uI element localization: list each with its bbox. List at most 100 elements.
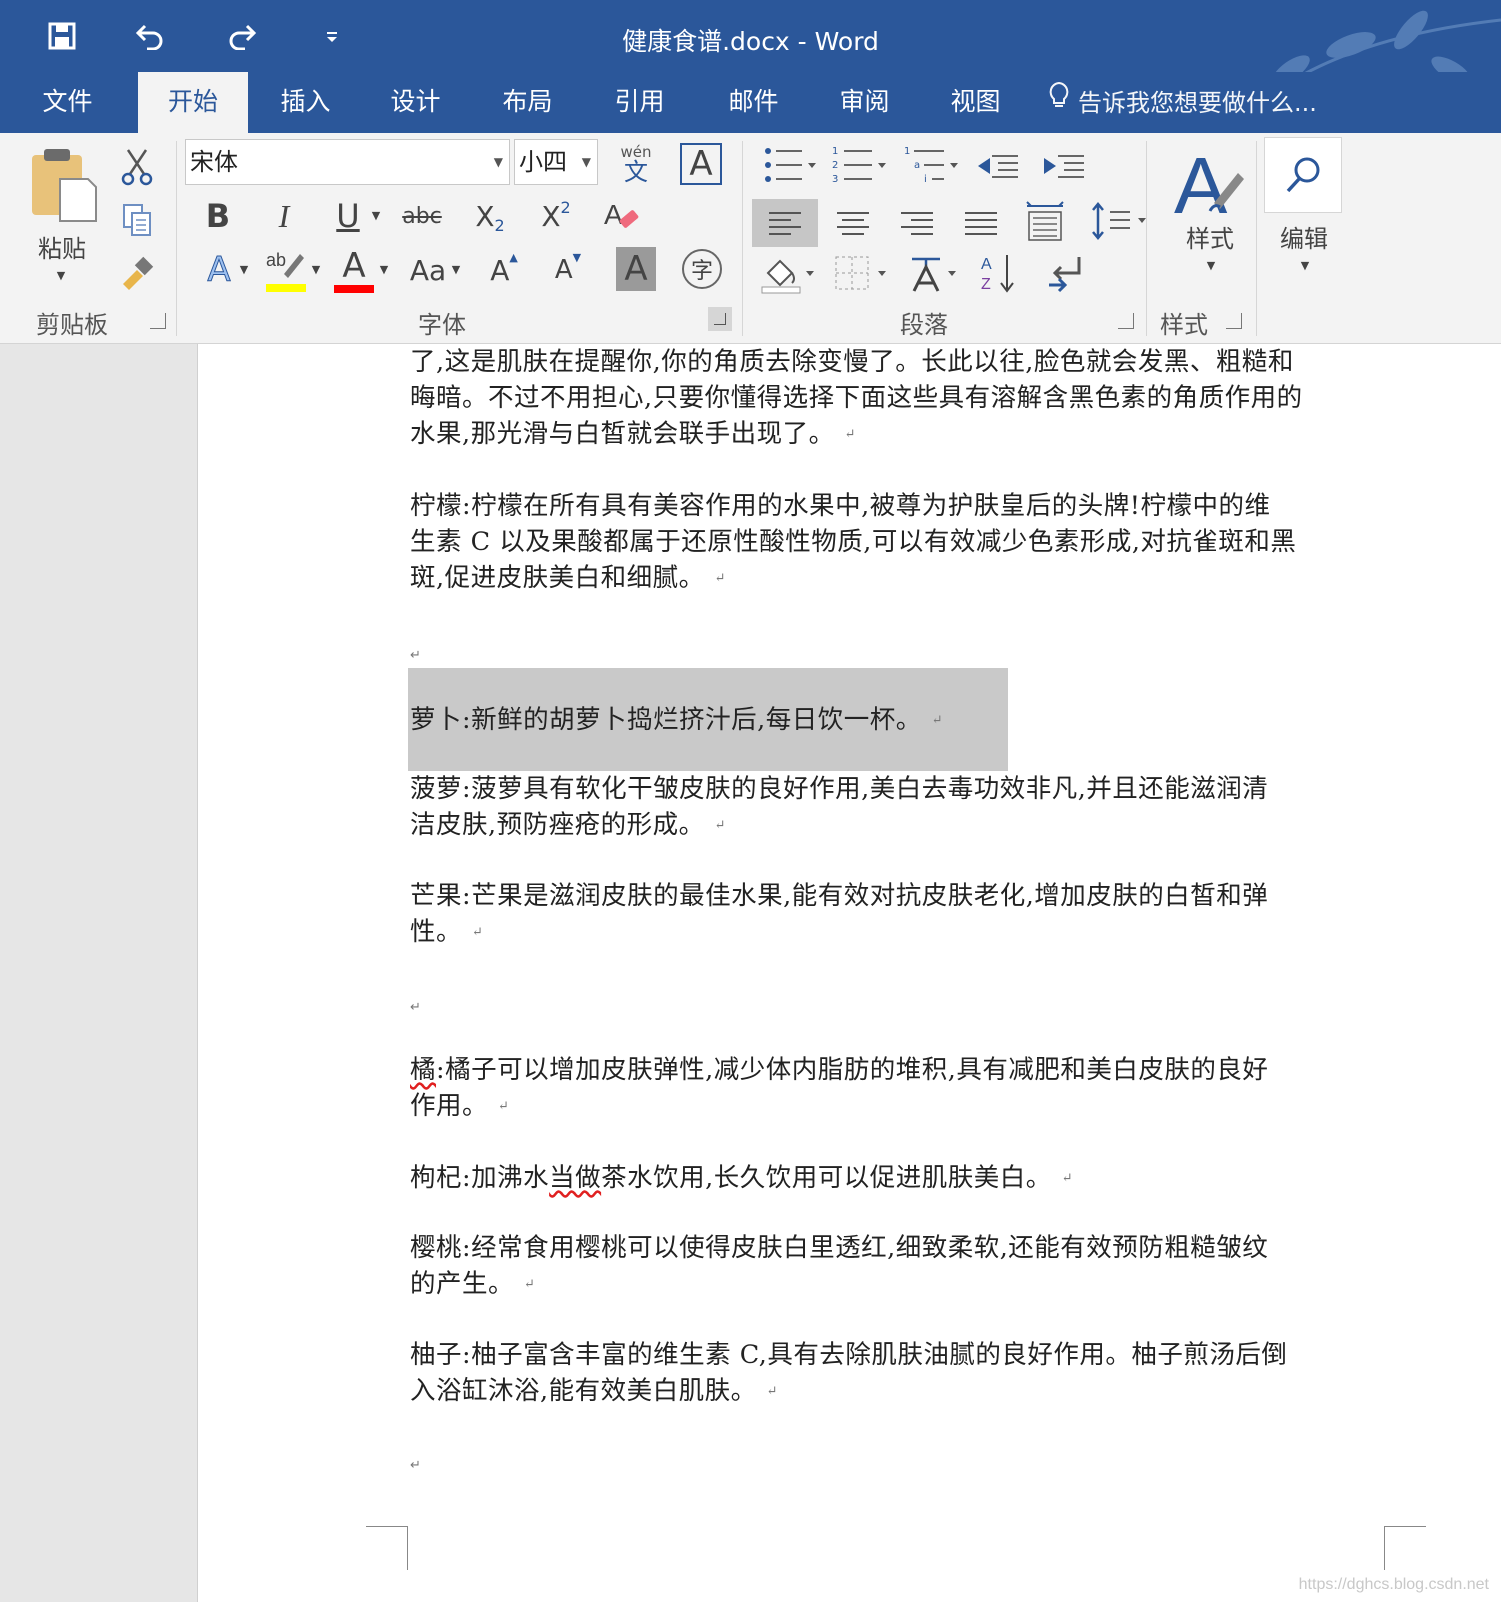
numbering-icon[interactable]: 1 2 3 (830, 145, 890, 185)
bullets-icon[interactable] (760, 145, 820, 185)
clipboard-launcher-icon[interactable] (150, 313, 166, 329)
font-size-combo[interactable]: 小四 ▼ (514, 139, 598, 185)
paragraph-carrot[interactable]: 萝卜:新鲜的胡萝卜捣烂挤汁后,每日饮一杯。 ↵ (410, 702, 1390, 739)
styles-launcher-icon[interactable] (1226, 313, 1242, 329)
paste-dropdown-icon[interactable]: ▼ (46, 265, 76, 285)
paragraph-text: 萝卜:新鲜的胡萝卜捣烂挤汁后,每日饮一杯。 (410, 705, 922, 735)
character-shading-button[interactable]: A (616, 247, 656, 291)
spelling-squiggle-text[interactable]: 当做 (549, 1163, 601, 1193)
tab-view[interactable]: 视图 (928, 72, 1023, 133)
svg-text:A: A (981, 256, 992, 273)
format-painter-icon[interactable] (114, 251, 160, 295)
paragraph-goji[interactable]: 枸杞:加沸水当做茶水饮用,长久饮用可以促进肌肤美白。 ↵ (410, 1160, 1390, 1197)
sort-icon[interactable]: AZ (974, 249, 1024, 297)
copy-icon[interactable] (114, 199, 160, 243)
svg-text:a: a (914, 160, 920, 171)
tab-mailings[interactable]: 邮件 (706, 72, 801, 133)
tab-file[interactable]: 文件 (20, 72, 115, 133)
paste-label[interactable]: 粘贴 (22, 229, 102, 264)
paragraph-intro[interactable]: 了,这是肌肤在提醒你,你的角质去除变慢了。长此以往,脸色就会发黑、粗糙和 晦暗。… (410, 344, 1390, 453)
paste-icon[interactable] (22, 143, 102, 223)
multilevel-list-icon[interactable]: 1ai (902, 145, 962, 185)
font-color-icon[interactable]: A (334, 245, 374, 295)
styles-icon[interactable]: A (1170, 143, 1250, 223)
svg-text:A: A (604, 199, 623, 230)
paragraph-text: 茶水饮用,长久饮用可以促进肌肤美白。 (601, 1163, 1052, 1193)
bold-button[interactable]: B (198, 193, 238, 239)
align-left-button[interactable] (752, 199, 818, 247)
paragraph-text: :橘子可以增加皮肤弹性,减少体内脂肪的堆积,具有减肥和美白皮肤的良好 作用。 (410, 1055, 1269, 1121)
highlight-icon[interactable]: ab (264, 245, 308, 295)
shrink-font-button[interactable]: A ▼ (550, 247, 586, 293)
tell-me-box[interactable]: 告诉我您想要做什么... (1048, 72, 1317, 133)
character-border-icon[interactable]: A (680, 143, 722, 185)
tab-layout[interactable]: 布局 (480, 72, 575, 133)
empty-paragraph-mark: ↵ (410, 648, 421, 663)
italic-button[interactable]: I (264, 193, 304, 239)
enclose-characters-button[interactable]: 字 (682, 249, 722, 289)
empty-paragraph-mark: ↵ (410, 1000, 421, 1015)
increase-indent-icon[interactable] (1040, 145, 1088, 185)
paragraph-mark: ↵ (766, 1384, 779, 1399)
paragraph-pineapple[interactable]: 菠萝:菠萝具有软化干皱皮肤的良好作用,美白去毒功效非凡,并且还能滋润清 洁皮肤,… (410, 771, 1390, 844)
tab-insert[interactable]: 插入 (258, 72, 353, 133)
text-effects-dropdown-icon[interactable]: ▼ (236, 259, 252, 279)
asian-layout-icon[interactable] (904, 249, 964, 297)
font-name-combo[interactable]: 宋体 ▼ (185, 139, 510, 185)
font-launcher-icon[interactable] (708, 307, 732, 331)
editing-button-label[interactable]: 编辑 (1264, 219, 1344, 254)
change-case-button[interactable]: Aa (408, 247, 448, 293)
lightbulb-icon (1048, 73, 1070, 133)
paragraph-mark: ↵ (498, 1099, 510, 1114)
tab-home[interactable]: 开始 (138, 72, 248, 133)
align-right-button[interactable] (892, 199, 942, 247)
svg-text:3: 3 (832, 174, 838, 185)
paragraph-mark: ↵ (844, 427, 857, 442)
cut-icon[interactable] (114, 145, 160, 189)
svg-text:A: A (1174, 145, 1228, 221)
styles-button-label[interactable]: 样式 (1170, 219, 1250, 254)
tab-references[interactable]: 引用 (592, 72, 687, 133)
underline-dropdown-icon[interactable]: ▼ (368, 205, 384, 225)
font-size-value: 小四 (519, 148, 567, 176)
font-name-dropdown-icon[interactable]: ▼ (494, 140, 503, 184)
phonetic-guide-icon[interactable]: wén 文 (612, 139, 660, 189)
title-bar: 健康食谱.docx - Word (0, 0, 1501, 122)
show-hide-marks-icon[interactable] (1040, 249, 1090, 297)
clear-formatting-icon[interactable]: A (598, 191, 646, 241)
highlight-color-bar (266, 284, 306, 292)
strikethrough-button[interactable]: abc (398, 193, 446, 239)
change-case-dropdown-icon[interactable]: ▼ (448, 259, 464, 279)
font-size-dropdown-icon[interactable]: ▼ (582, 140, 591, 184)
highlight-dropdown-icon[interactable]: ▼ (308, 259, 324, 279)
justify-button[interactable] (956, 199, 1006, 247)
distributed-icon[interactable] (1020, 195, 1070, 247)
paragraph-launcher-icon[interactable] (1118, 313, 1134, 329)
grow-font-button[interactable]: A ▲ (486, 247, 522, 293)
paragraph-shading-icon[interactable] (756, 249, 820, 297)
align-center-button[interactable] (828, 199, 878, 247)
paragraph-lemon[interactable]: 柠檬:柠檬在所有具有美容作用的水果中,被尊为护肤皇后的头牌!柠檬中的维 生素 C… (410, 488, 1390, 597)
search-icon[interactable] (1264, 137, 1342, 213)
tab-review[interactable]: 审阅 (817, 72, 912, 133)
svg-text:ab: ab (266, 250, 286, 270)
styles-dropdown-icon[interactable]: ▼ (1196, 255, 1226, 275)
tab-design[interactable]: 设计 (368, 72, 463, 133)
decrease-indent-icon[interactable] (974, 145, 1022, 185)
paragraph-pomelo[interactable]: 柚子:柚子富含丰富的维生素 C,具有去除肌肤油腻的良好作用。柚子煎汤后倒 入浴缸… (410, 1337, 1390, 1410)
paragraph-mark: ↵ (714, 818, 727, 833)
clipboard-group-label: 剪贴板 (36, 311, 108, 339)
text-effects-icon[interactable]: A (202, 247, 236, 293)
line-spacing-icon[interactable] (1088, 195, 1152, 247)
subscript-button[interactable]: X2 (468, 193, 512, 239)
editing-dropdown-icon[interactable]: ▼ (1290, 255, 1320, 275)
paragraph-mango[interactable]: 芒果:芒果是滋润皮肤的最佳水果,能有效对抗皮肤老化,增加皮肤的白皙和弹 性。 ↵ (410, 878, 1390, 951)
paragraph-cherry[interactable]: 樱桃:经常食用樱桃可以使得皮肤白里透红,细致柔软,还能有效预防粗糙皱纹 的产生。… (410, 1230, 1390, 1303)
borders-icon[interactable] (830, 249, 894, 297)
font-color-dropdown-icon[interactable]: ▼ (376, 259, 392, 279)
paragraph-tangerine[interactable]: 橘:橘子可以增加皮肤弹性,减少体内脂肪的堆积,具有减肥和美白皮肤的良好 作用。 ↵ (410, 1052, 1390, 1125)
superscript-button[interactable]: X2 (534, 193, 578, 239)
underline-button[interactable]: U (328, 193, 368, 239)
spelling-squiggle-text[interactable]: 橘 (410, 1055, 436, 1085)
paragraph-text: 樱桃:经常食用樱桃可以使得皮肤白里透红,细致柔软,还能有效预防粗糙皱纹 的产生。 (410, 1233, 1269, 1299)
